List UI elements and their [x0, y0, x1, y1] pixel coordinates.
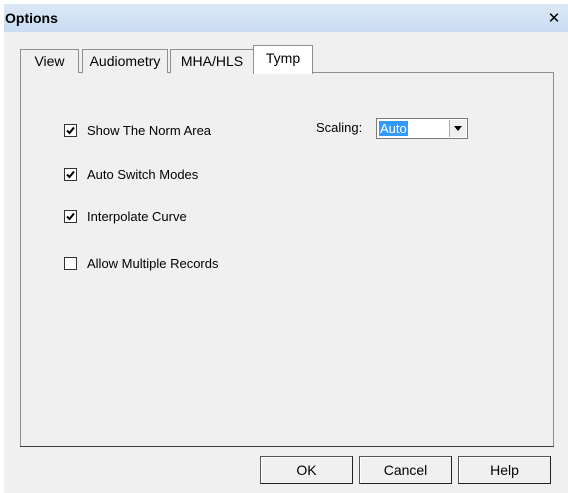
scaling-dropdown[interactable]: Auto	[376, 118, 468, 139]
tab-view[interactable]: View	[20, 49, 79, 73]
dropdown-arrow-button[interactable]	[449, 120, 466, 137]
show-norm-area-option[interactable]: Show The Norm Area	[64, 122, 211, 138]
close-icon[interactable]: ✕	[545, 11, 563, 27]
checkmark-icon	[66, 212, 75, 220]
window-title: Options	[5, 10, 58, 26]
option-label: Show The Norm Area	[87, 122, 212, 138]
title-bar[interactable]: Options ✕	[4, 4, 568, 32]
auto-switch-modes-checkbox[interactable]	[64, 167, 77, 181]
scaling-selected-value: Auto	[379, 121, 408, 136]
option-label: Auto Switch Modes	[87, 166, 199, 182]
tab-tymp[interactable]: Tymp	[253, 45, 313, 74]
checkmark-icon	[66, 170, 75, 178]
panel-divider	[20, 446, 554, 447]
cancel-button[interactable]: Cancel	[359, 456, 452, 484]
option-label: Interpolate Curve	[87, 208, 187, 224]
chevron-down-icon	[454, 126, 462, 131]
ok-button[interactable]: OK	[260, 456, 353, 484]
allow-multiple-records-checkbox[interactable]	[64, 256, 77, 270]
help-button[interactable]: Help	[458, 456, 551, 484]
auto-switch-modes-option[interactable]: Auto Switch Modes	[64, 166, 198, 182]
interpolate-curve-checkbox[interactable]	[64, 209, 77, 223]
scaling-label: Scaling:	[316, 120, 363, 135]
interpolate-curve-option[interactable]: Interpolate Curve	[64, 208, 187, 224]
checkmark-icon	[66, 126, 75, 134]
tab-label: Tymp	[265, 50, 301, 66]
allow-multiple-records-option[interactable]: Allow Multiple Records	[64, 255, 219, 271]
tab-mha-hls[interactable]: MHA/HLS	[170, 49, 254, 73]
tab-label: View	[34, 53, 65, 69]
tab-label: Audiometry	[89, 53, 161, 69]
tab-audiometry[interactable]: Audiometry	[82, 49, 168, 73]
show-norm-area-checkbox[interactable]	[64, 123, 77, 137]
tab-label: MHA/HLS	[180, 53, 244, 69]
option-label: Allow Multiple Records	[87, 255, 219, 271]
